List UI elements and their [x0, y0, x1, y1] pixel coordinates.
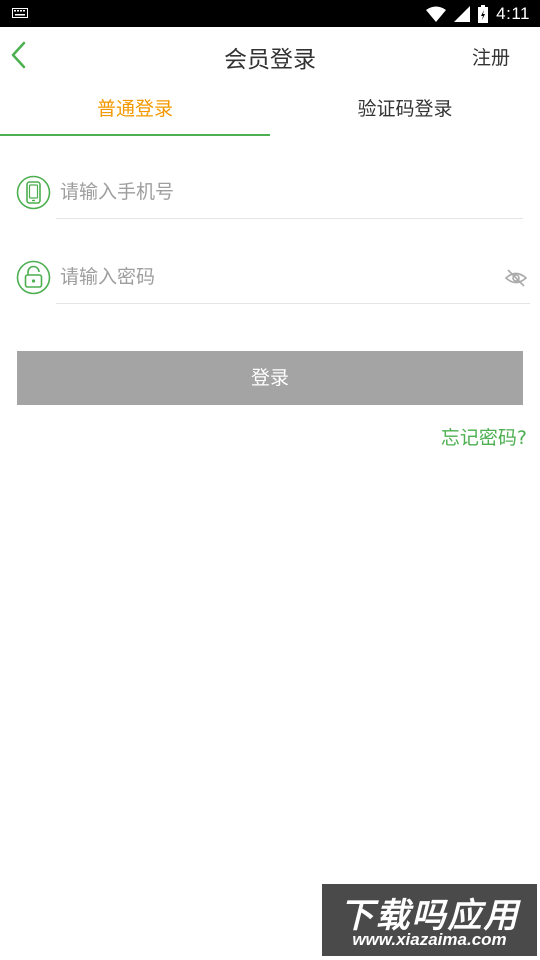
- login-tabs: 普通登录 验证码登录: [0, 82, 540, 136]
- keyboard-icon: [12, 8, 28, 18]
- page-title: 会员登录: [224, 47, 316, 73]
- phone-icon: [16, 175, 51, 210]
- wifi-icon: [426, 6, 447, 22]
- password-input[interactable]: [58, 258, 482, 296]
- unlock-icon: [16, 260, 51, 295]
- phone-row: [16, 165, 524, 219]
- status-bar: 4:11: [0, 0, 540, 27]
- register-button[interactable]: 注册: [472, 43, 510, 70]
- forgot-password-link[interactable]: 忘记密码?: [441, 423, 527, 450]
- phone-divider: [56, 218, 523, 219]
- password-row: [16, 250, 530, 304]
- phone-input[interactable]: [58, 173, 482, 211]
- tab-code-login[interactable]: 验证码登录: [270, 82, 540, 136]
- clock: 4:11: [496, 3, 530, 23]
- watermark-url: www.xiazaima.com: [352, 930, 507, 949]
- login-button[interactable]: 登录: [17, 351, 523, 405]
- active-tab-indicator: [0, 134, 270, 136]
- eye-off-icon[interactable]: [504, 266, 528, 290]
- password-divider: [56, 303, 530, 304]
- tab-normal-login[interactable]: 普通登录: [0, 82, 270, 136]
- header: 会员登录 注册: [0, 27, 540, 82]
- battery-icon: [478, 4, 489, 23]
- signal-icon: [454, 5, 471, 22]
- watermark-logo: 下载吗应用 www.xiazaima.com: [322, 884, 537, 956]
